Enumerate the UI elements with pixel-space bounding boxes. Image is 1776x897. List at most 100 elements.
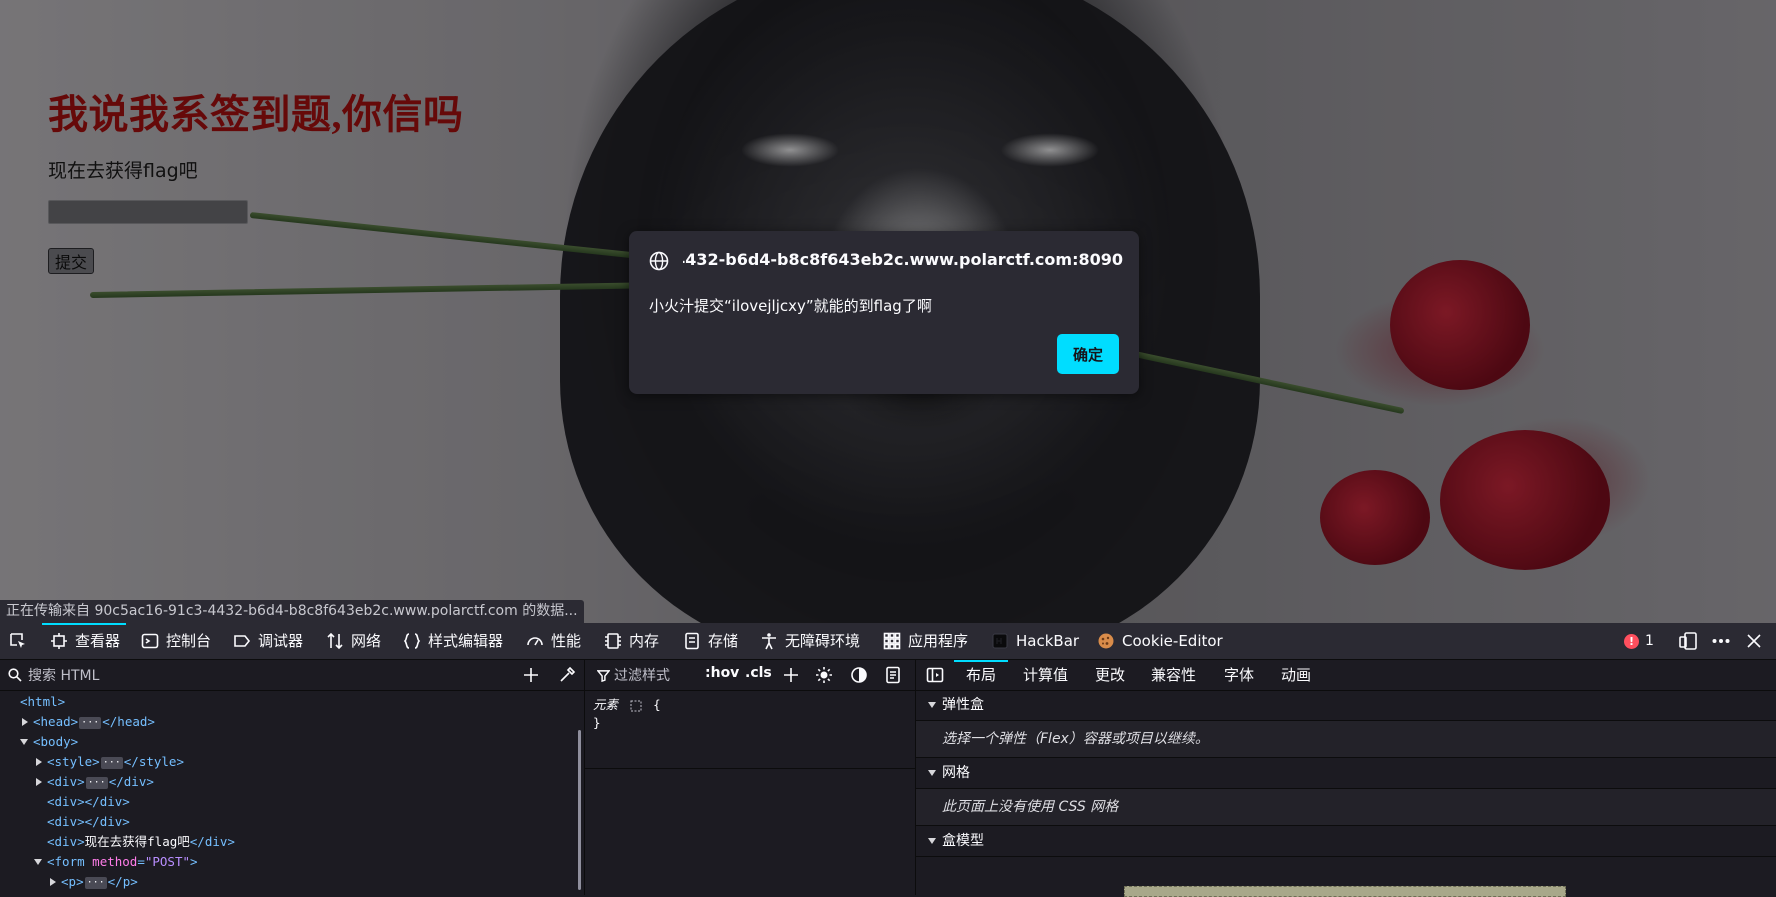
tab-computed[interactable]: 计算值	[1023, 660, 1068, 690]
rules-pane: 过滤样式 :hov .cls 元素 { }	[585, 660, 916, 895]
tab-hackbar[interactable]: HackBar	[991, 623, 1079, 659]
tab-style-editor[interactable]: 样式编辑器	[403, 623, 503, 659]
section-grid-header[interactable]: 网格	[916, 758, 1776, 789]
section-title: 盒模型	[942, 833, 984, 849]
tab-storage[interactable]: 存储	[683, 623, 738, 659]
tree-node-div[interactable]: <div>现在去获得flag吧</div>	[0, 832, 576, 852]
collapse-toggle	[928, 838, 936, 844]
tag-name: div	[54, 774, 78, 789]
scrollbar[interactable]	[578, 730, 581, 890]
tree-node-head[interactable]: <head> ··· </head>	[0, 712, 576, 732]
tree-node-form[interactable]: <form method="POST">	[0, 852, 576, 872]
collapse-toggle[interactable]	[20, 739, 28, 745]
tag-name: style	[138, 754, 177, 769]
html-search-input[interactable]	[26, 665, 510, 687]
filter-placeholder: 过滤样式	[614, 668, 670, 684]
tab-changes[interactable]: 更改	[1095, 660, 1125, 690]
collapsed-ellipsis[interactable]: ···	[85, 776, 108, 789]
tab-label: 无障碍环境	[785, 632, 861, 650]
collapsed-ellipsis[interactable]: ···	[84, 876, 107, 889]
add-node-icon[interactable]	[520, 664, 542, 686]
alert-message: 小火汁提交“ilovejljcxy”就能的到flag了啊	[649, 297, 932, 315]
tree-node-div[interactable]: <div></div>	[0, 792, 576, 812]
tag-name: html	[27, 694, 58, 709]
section-title: 弹性盒	[942, 697, 984, 713]
accessibility-icon	[762, 633, 776, 650]
alert-dialog: 90c5ac16-91c3-4432-b6d4-b8c8f643eb2c.www…	[629, 231, 1139, 394]
devtools-panel: 查看器 控制台 调试器 网络 样式编辑器 性能 内存 存储 无障碍环境 应用程序…	[0, 623, 1776, 897]
close-brace: }	[593, 715, 601, 730]
error-icon: !	[1624, 633, 1639, 649]
tab-layout[interactable]: 布局	[953, 660, 1009, 690]
sidebar-toggle-icon[interactable]	[926, 666, 944, 684]
tab-performance[interactable]: 性能	[526, 623, 581, 659]
collapse-toggle	[928, 770, 936, 776]
tab-network[interactable]: 网络	[326, 623, 381, 659]
tab-application[interactable]: 应用程序	[883, 623, 968, 659]
storage-icon	[685, 632, 699, 650]
light-theme-icon[interactable]	[815, 666, 833, 684]
divider	[585, 768, 915, 769]
open-brace: {	[653, 697, 661, 712]
close-icon[interactable]	[1744, 631, 1764, 651]
tab-memory[interactable]: 内存	[604, 623, 659, 659]
tag-name: p	[122, 874, 131, 889]
element-picker-icon[interactable]	[8, 631, 28, 651]
element-label: 元素	[593, 697, 619, 712]
tree-node-p[interactable]: <p> ··· </p>	[0, 872, 576, 892]
expand-toggle[interactable]	[22, 718, 28, 726]
tab-inspector[interactable]: 查看器	[41, 623, 127, 659]
section-flexbox-header[interactable]: 弹性盒	[916, 690, 1776, 721]
section-title: 网格	[942, 765, 970, 781]
filter-icon	[597, 669, 610, 682]
dark-theme-icon[interactable]	[850, 666, 868, 684]
expand-toggle[interactable]	[36, 758, 42, 766]
responsive-design-icon[interactable]	[1678, 631, 1698, 651]
tab-compatibility[interactable]: 兼容性	[1151, 660, 1196, 690]
tab-debugger[interactable]: 调试器	[233, 623, 303, 659]
filter-styles-field[interactable]: 过滤样式	[597, 665, 670, 685]
print-media-icon[interactable]	[884, 666, 902, 684]
tree-node-html[interactable]: <html>	[0, 692, 576, 712]
tab-label: HackBar	[1016, 632, 1080, 650]
tab-label: 查看器	[75, 632, 121, 650]
eyedropper-icon[interactable]	[556, 664, 578, 686]
tab-accessibility[interactable]: 无障碍环境	[760, 623, 860, 659]
grid-highlight-icon[interactable]	[630, 700, 642, 712]
status-bar: 正在传输来自 90c5ac16-91c3-4432-b6d4-b8c8f643e…	[0, 600, 584, 623]
application-icon	[883, 632, 901, 650]
alert-ok-button[interactable]: 确定	[1057, 334, 1119, 374]
section-flexbox-body: 选择一个弹性（Flex）容器或项目以继续。	[916, 721, 1776, 758]
error-count-badge[interactable]: ! 1	[1624, 623, 1654, 659]
tag-name: p	[68, 874, 77, 889]
layout-tab-bar: 布局 计算值 更改 兼容性 字体 动画	[916, 660, 1776, 691]
tab-console[interactable]: 控制台	[141, 623, 211, 659]
markup-pane: <html> <head>···</head> <body> <style>··…	[0, 660, 585, 895]
tree-node-div[interactable]: <div> ··· </div>	[0, 772, 576, 792]
html-search-bar	[0, 660, 584, 691]
collapse-toggle[interactable]	[34, 859, 42, 865]
collapsed-ellipsis[interactable]: ···	[100, 756, 123, 769]
tag-name: form	[54, 854, 85, 869]
tab-label: 控制台	[166, 632, 212, 650]
tree-node-div[interactable]: <div></div>	[0, 812, 576, 832]
attribute-name: method	[92, 854, 138, 869]
tab-animations[interactable]: 动画	[1281, 660, 1311, 690]
tree-node-style[interactable]: <style> ··· </style>	[0, 752, 576, 772]
collapse-toggle	[928, 702, 936, 708]
hov-toggle[interactable]: :hov	[705, 665, 739, 681]
tag-name: div	[204, 834, 228, 849]
element-rule[interactable]: 元素 { }	[593, 696, 661, 732]
tab-cookie-editor[interactable]: Cookie-Editor	[1097, 623, 1223, 659]
alert-origin: 90c5ac16-91c3-4432-b6d4-b8c8f643eb2c.www…	[683, 250, 1123, 269]
section-boxmodel-header[interactable]: 盒模型	[916, 826, 1776, 857]
cls-toggle[interactable]: .cls	[745, 665, 772, 681]
more-options-icon[interactable]	[1711, 631, 1731, 651]
add-rule-icon[interactable]	[782, 666, 800, 684]
cookie-icon	[1098, 633, 1114, 649]
collapsed-ellipsis[interactable]: ···	[79, 716, 102, 729]
expand-toggle[interactable]	[36, 778, 42, 786]
tree-node-body[interactable]: <body>	[0, 732, 576, 752]
expand-toggle[interactable]	[50, 878, 56, 886]
tab-fonts[interactable]: 字体	[1224, 660, 1254, 690]
